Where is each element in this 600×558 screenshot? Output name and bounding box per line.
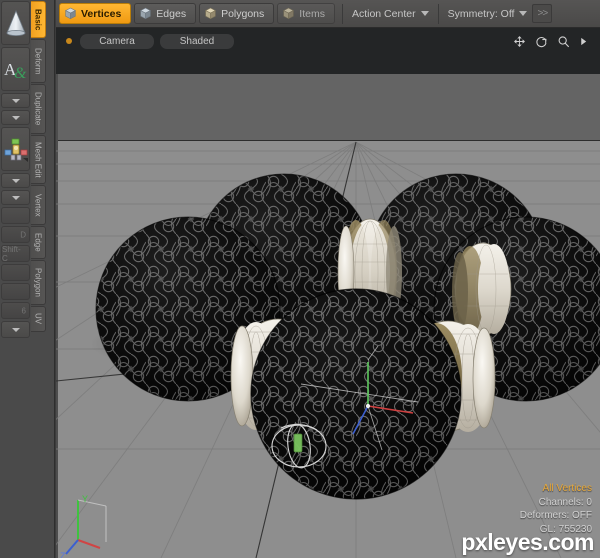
toolbar-divider: [437, 3, 439, 24]
mode-tab-label: Edges: [156, 7, 187, 20]
rotate-icon[interactable]: [535, 35, 548, 48]
move-icon[interactable]: [513, 35, 526, 48]
viewport-scene: Y Z: [56, 141, 600, 558]
tool-clone[interactable]: Shift-C: [1, 245, 30, 262]
viewport-nav-icons: [513, 35, 594, 48]
sidebar-tab-label: UV: [33, 313, 43, 325]
text-ampersand-icon: A &: [4, 60, 27, 81]
tool-blank-2[interactable]: [1, 264, 30, 281]
mode-tab-polygons[interactable]: Polygons: [199, 3, 275, 24]
action-center-label: Action Center: [351, 7, 416, 20]
application-window: A & D Shift-C 6 Basic Deform Duplicate M…: [0, 0, 600, 558]
sidebar-tab-label: Basic: [33, 8, 43, 31]
chevron-down-icon: [11, 98, 20, 103]
sidebar-tab-edge[interactable]: Edge: [31, 226, 46, 259]
tool-dropdown-5[interactable]: [1, 321, 30, 338]
tool-transform[interactable]: [1, 127, 30, 171]
knot-sphere-front-center[interactable]: [250, 288, 462, 500]
chevron-down-icon: [11, 115, 20, 120]
sidebar-tab-label: Mesh Edit: [33, 141, 43, 178]
viewport-3d[interactable]: Y Z All Vertices Channels: 0 Deformers: …: [56, 54, 600, 558]
status-channels: Channels: 0: [538, 496, 592, 508]
spool-right-upper[interactable]: [452, 242, 512, 336]
tool-dropdown-4[interactable]: [1, 190, 30, 205]
viewport-shading-selector[interactable]: Shaded: [160, 33, 234, 49]
sidebar-tab-uv[interactable]: UV: [31, 306, 46, 332]
axis-label-z: Z: [60, 551, 66, 558]
mode-tab-label: Items: [299, 7, 325, 20]
viewport-shading-label: Shaded: [179, 35, 215, 47]
chevron-down-icon: [519, 11, 528, 16]
symmetry-dropdown[interactable]: Symmetry: Off: [443, 3, 533, 24]
axis-label-y: Y: [82, 494, 88, 504]
viewport-status-readout: All Vertices Channels: 0 Deformers: OFF …: [520, 482, 592, 536]
toolbar-overflow-button[interactable]: >>: [532, 4, 553, 23]
sidebar-tab-deform[interactable]: Deform: [31, 39, 46, 83]
chevron-down-icon: [11, 195, 20, 200]
tool-primitive-cone[interactable]: [1, 1, 30, 45]
sidebar-tab-vertex[interactable]: Vertex: [31, 185, 46, 225]
tool-blank-3[interactable]: [1, 283, 30, 300]
chevron-down-icon: [11, 327, 20, 332]
toolbar-overflow-label: >>: [537, 8, 548, 19]
cube-icon: [65, 7, 76, 20]
tool-blank-1[interactable]: [1, 207, 30, 224]
cube-icon: [140, 7, 152, 20]
cube-icon: [205, 7, 217, 20]
tool-shortcut-label: Shift-C: [2, 245, 21, 262]
sidebar-vertical-tabs: Basic Deform Duplicate Mesh Edit Vertex …: [31, 1, 46, 339]
chevron-down-icon: [11, 178, 20, 183]
cone-icon: [5, 9, 26, 36]
sidebar-tab-label: Polygon: [33, 268, 43, 297]
left-tool-panel: A & D Shift-C 6 Basic Deform Duplicate M…: [0, 0, 55, 558]
tool-dropdown-3[interactable]: [1, 173, 30, 188]
transform-gizmo-icon: [4, 138, 28, 162]
top-toolbar: Vertices Edges Polygons Items Action Cen…: [56, 0, 600, 28]
tool-button-column: A & D Shift-C 6: [0, 0, 31, 340]
zoom-icon[interactable]: [557, 35, 570, 48]
sidebar-tab-duplicate[interactable]: Duplicate: [31, 84, 46, 134]
tool-dropdown-1[interactable]: [1, 93, 30, 108]
watermark: pxleyes.com: [461, 529, 594, 555]
sidebar-tab-mesh-edit[interactable]: Mesh Edit: [31, 135, 46, 184]
status-heading: All Vertices: [542, 483, 592, 494]
play-arrow-icon[interactable]: [579, 36, 588, 47]
cube-icon: [283, 7, 295, 20]
sidebar-tab-label: Vertex: [33, 193, 43, 217]
tool-duplicate[interactable]: D: [1, 226, 30, 243]
action-center-dropdown[interactable]: Action Center: [347, 3, 434, 24]
mode-tab-vertices[interactable]: Vertices: [59, 3, 132, 24]
svg-text:&: &: [14, 65, 27, 81]
tool-subdivide[interactable]: 6: [1, 302, 30, 319]
mode-tab-label: Vertices: [81, 7, 122, 20]
viewport-camera-label: Camera: [99, 35, 135, 47]
symmetry-label: Symmetry: Off: [447, 7, 515, 20]
tool-shortcut-label: 6: [21, 306, 26, 315]
tool-shortcut-label: D: [20, 230, 26, 239]
viewport-axis-gizmo: Y Z: [60, 494, 107, 558]
viewport-camera-selector[interactable]: Camera: [80, 33, 154, 49]
toolbar-divider: [341, 3, 343, 24]
viewport-active-dot-icon[interactable]: [66, 38, 72, 44]
mode-tab-items[interactable]: Items: [277, 3, 335, 24]
sidebar-tab-label: Duplicate: [33, 92, 43, 126]
mode-tab-edges[interactable]: Edges: [134, 3, 197, 24]
sidebar-tab-label: Deform: [33, 47, 43, 75]
tool-dropdown-2[interactable]: [1, 110, 30, 125]
status-deformers: Deformers: OFF: [519, 510, 592, 521]
mode-tab-label: Polygons: [221, 7, 265, 20]
sidebar-tab-polygon[interactable]: Polygon: [31, 260, 46, 305]
viewport-header: Camera Shaded: [56, 28, 600, 54]
sidebar-tab-basic[interactable]: Basic: [31, 1, 46, 38]
chevron-down-icon: [420, 11, 429, 16]
tool-text[interactable]: A &: [1, 47, 30, 91]
sidebar-tab-label: Edge: [33, 233, 43, 252]
